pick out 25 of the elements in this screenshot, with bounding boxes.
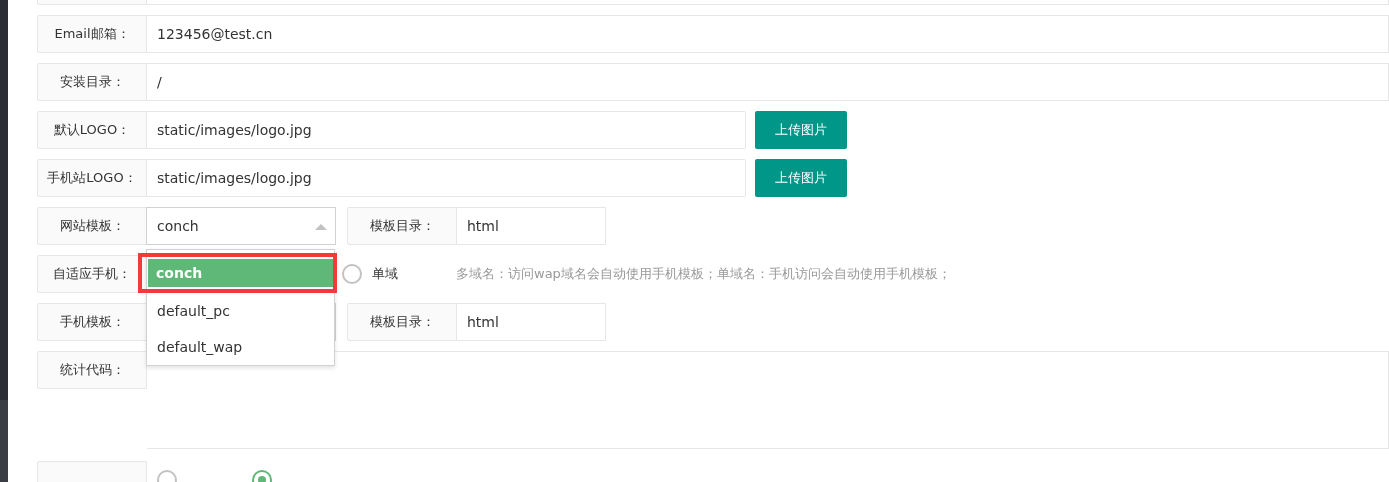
dropdown-option[interactable]: default_wap — [147, 329, 334, 365]
hint-text: 多域名：访问wap域名会自动使用手机模板；单域名：手机访问会自动使用手机模板； — [456, 265, 951, 283]
input-field[interactable]: static/images/logo.jpg — [147, 159, 746, 197]
field-label: 默认LOGO： — [37, 111, 147, 149]
input-field[interactable]: static/images/logo.jpg — [147, 111, 746, 149]
field-label: 手机站LOGO： — [37, 159, 147, 197]
upload-button[interactable]: 上传图片 — [755, 111, 847, 149]
field-label: Email邮箱： — [37, 15, 147, 53]
field-label: 自适应手机： — [37, 255, 147, 293]
input-field[interactable]: / — [147, 63, 1389, 101]
field-label: 安装目录： — [37, 63, 147, 101]
field-label: 模板目录： — [347, 207, 457, 245]
radio-label: 单域 — [372, 265, 398, 283]
dropdown-option[interactable]: default_pc — [147, 293, 334, 329]
input-field[interactable]: 123456@test.cn — [147, 15, 1389, 53]
input-field[interactable]: html — [457, 303, 606, 341]
input-field[interactable]: html — [457, 207, 606, 245]
radio-button[interactable] — [342, 264, 362, 284]
field-label: 模板目录： — [347, 303, 457, 341]
field-label: 手机模板： — [37, 303, 147, 341]
select-field[interactable]: conch — [146, 207, 336, 245]
field-label: 网站模板： — [37, 207, 147, 245]
field-label: 统计代码： — [37, 351, 147, 389]
upload-button[interactable]: 上传图片 — [755, 159, 847, 197]
caret-icon — [315, 224, 327, 230]
